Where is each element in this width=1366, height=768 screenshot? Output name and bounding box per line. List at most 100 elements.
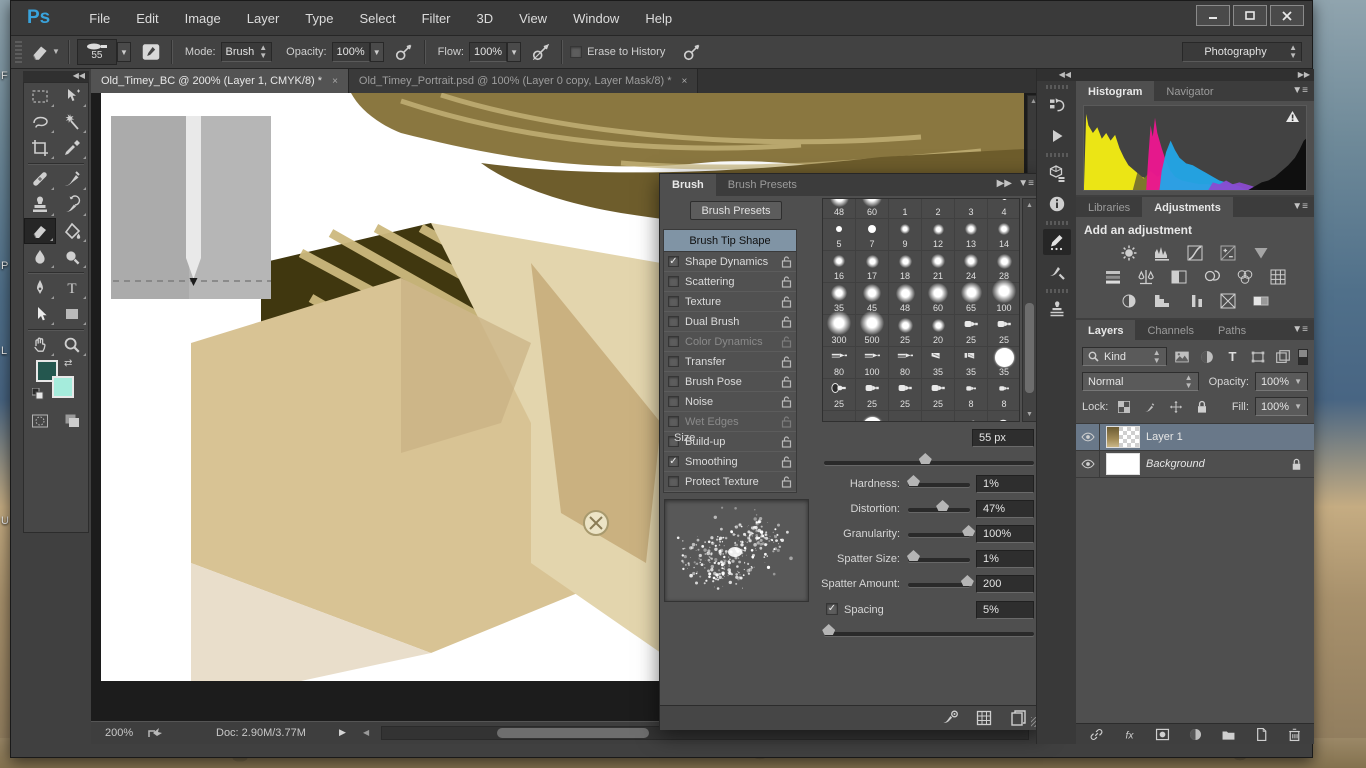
quick-mask-mode-icon[interactable]	[24, 408, 56, 434]
slider-value-field[interactable]: 100%	[976, 525, 1034, 543]
brush-tip-cell[interactable]: 100	[856, 347, 889, 379]
layer-visibility-icon[interactable]	[1076, 424, 1100, 450]
spacing-value-field[interactable]: 5%	[976, 601, 1034, 619]
status-menu-arrow[interactable]: ▶	[339, 727, 346, 738]
tab-paths[interactable]: Paths	[1206, 320, 1258, 342]
brush-tip-cell[interactable]: 60	[922, 283, 955, 315]
slider-thumb[interactable]	[918, 453, 932, 464]
grid-scroll-down[interactable]: ▼	[1023, 408, 1036, 421]
brush-tip-cell[interactable]: 500	[856, 311, 889, 347]
granularity-slider[interactable]	[908, 525, 976, 537]
brush-section-brush-pose[interactable]: Brush Pose	[664, 372, 796, 392]
brush-tip-cell[interactable]: 80	[889, 347, 922, 379]
layer-thumbnail[interactable]	[1106, 426, 1140, 448]
brush-tip-cell[interactable]: 2	[922, 199, 955, 219]
brush-section-protect-texture[interactable]: Protect Texture	[664, 472, 796, 492]
toolbar-collapse-header[interactable]: ◀◀	[23, 71, 89, 82]
menu-help[interactable]: Help	[632, 2, 685, 35]
layers-footer-fx-icon[interactable]: fx	[1119, 725, 1139, 743]
layer-thumbnail[interactable]	[1106, 453, 1140, 475]
minimize-button[interactable]	[1196, 5, 1230, 26]
document-tab[interactable]: Old_Timey_Portrait.psd @ 100% (Layer 0 c…	[348, 69, 699, 93]
tab-libraries[interactable]: Libraries	[1076, 197, 1142, 219]
lock-icon[interactable]	[781, 415, 792, 428]
flow-dropdown[interactable]: ▼	[507, 42, 522, 62]
brush-tip-cell[interactable]: 35	[955, 347, 988, 379]
adjustments-panel-menu-icon[interactable]: ▼≡	[1292, 201, 1308, 212]
dock-collapse-header[interactable]: ◀◀	[1037, 69, 1076, 81]
path-select-tool[interactable]	[24, 301, 56, 327]
brush-tip-cell[interactable]: 300	[823, 311, 856, 347]
close-button[interactable]	[1270, 5, 1304, 26]
spatter-size-slider[interactable]	[906, 550, 970, 562]
panel-collapse-icon[interactable]: ▶▶	[997, 178, 1012, 189]
section-checkbox[interactable]	[668, 276, 679, 287]
lock-position-icon[interactable]	[1166, 398, 1186, 416]
lock-icon[interactable]	[781, 375, 792, 388]
adjustment-color-lookup-icon[interactable]	[1265, 267, 1291, 287]
dock-actions-icon[interactable]	[1043, 123, 1071, 149]
tab-histogram[interactable]: Histogram	[1076, 81, 1155, 103]
brush-tip-cell[interactable]: 18	[889, 251, 922, 283]
brush-section-texture[interactable]: Texture	[664, 292, 796, 312]
texture-protect-icon[interactable]	[974, 709, 994, 727]
layer-filter-kind-select[interactable]: Kind ▲ ▼	[1082, 347, 1167, 366]
brush-tip-cell[interactable]: 7	[856, 219, 889, 251]
dodge-tool[interactable]	[56, 244, 88, 270]
menu-window[interactable]: Window	[560, 2, 632, 35]
hand-tool[interactable]	[24, 332, 56, 358]
brush-tip-cell[interactable]: 25	[823, 379, 856, 411]
opacity-dropdown[interactable]: ▼	[369, 42, 384, 62]
magic-wand-tool[interactable]	[56, 109, 88, 135]
crop-tool[interactable]	[24, 135, 56, 161]
shape-tool[interactable]	[56, 301, 88, 327]
brush-tip-cell[interactable]: 80	[823, 347, 856, 379]
section-checkbox[interactable]	[668, 376, 679, 387]
brush-section-scattering[interactable]: Scattering	[664, 272, 796, 292]
size-slider[interactable]	[824, 453, 1034, 465]
eraser-tool-icon[interactable]	[28, 40, 52, 64]
workspace-switcher[interactable]: Photography ▲ ▼	[1182, 42, 1302, 62]
brush-tip-cell[interactable]: 25	[988, 315, 1019, 347]
layers-footer-delete-icon[interactable]	[1284, 725, 1304, 743]
layers-panel-menu-icon[interactable]: ▼≡	[1292, 324, 1308, 335]
lock-icon[interactable]	[781, 335, 792, 348]
menu-filter[interactable]: Filter	[409, 2, 464, 35]
brush-tip-cell[interactable]	[856, 411, 889, 421]
brush-grid-scrollbar[interactable]: ▲ ▼	[1022, 198, 1037, 422]
default-colors-icon[interactable]	[32, 388, 44, 400]
brush-tip-cell[interactable]	[889, 411, 922, 421]
paint-bucket-tool[interactable]	[56, 218, 88, 244]
adjustment-black-white-icon[interactable]	[1166, 267, 1192, 287]
brush-tool[interactable]	[56, 166, 88, 192]
brush-tip-cell[interactable]: 48	[823, 199, 856, 219]
slider-value-field[interactable]: 47%	[976, 500, 1034, 518]
brush-tip-cell[interactable]: 100	[988, 279, 1019, 315]
scroll-left-arrow[interactable]: ◀	[363, 728, 369, 737]
erase-to-history-checkbox[interactable]	[570, 46, 583, 58]
lock-icon[interactable]	[781, 295, 792, 308]
brush-tip-cell[interactable]: 14	[988, 219, 1019, 251]
brush-tip-cell[interactable]	[955, 411, 988, 421]
section-checkbox[interactable]	[668, 336, 679, 347]
mode-select[interactable]: Brush ▲ ▼	[220, 42, 273, 62]
adjustment-exposure-icon[interactable]	[1215, 243, 1241, 263]
lock-icon[interactable]	[781, 355, 792, 368]
maximize-button[interactable]	[1233, 5, 1267, 26]
adjustment-brightness-contrast-icon[interactable]	[1116, 243, 1142, 263]
brush-tip-cell[interactable]: 25	[889, 315, 922, 347]
size-value-field[interactable]: 55 px	[972, 429, 1034, 447]
spacing-checkbox[interactable]: ✓	[826, 603, 838, 615]
share-icon[interactable]	[147, 725, 163, 740]
brush-tip-cell[interactable]: 1	[889, 199, 922, 219]
document-tab[interactable]: Old_Timey_BC @ 200% (Layer 1, CMYK/8) * ×	[91, 69, 349, 93]
section-checkbox[interactable]	[668, 476, 679, 487]
brush-section-shape-dynamics[interactable]: ✓ Shape Dynamics	[664, 252, 796, 272]
slider-value-field[interactable]: 1%	[976, 550, 1034, 568]
distortion-slider[interactable]	[908, 500, 970, 512]
tab-close-icon[interactable]: ×	[681, 76, 687, 87]
lock-transparent-icon[interactable]	[1114, 398, 1134, 416]
menu-file[interactable]: File	[76, 2, 123, 35]
brush-tip-cell[interactable]: 35	[922, 347, 955, 379]
brush-tip-cell[interactable]: 25	[856, 379, 889, 411]
